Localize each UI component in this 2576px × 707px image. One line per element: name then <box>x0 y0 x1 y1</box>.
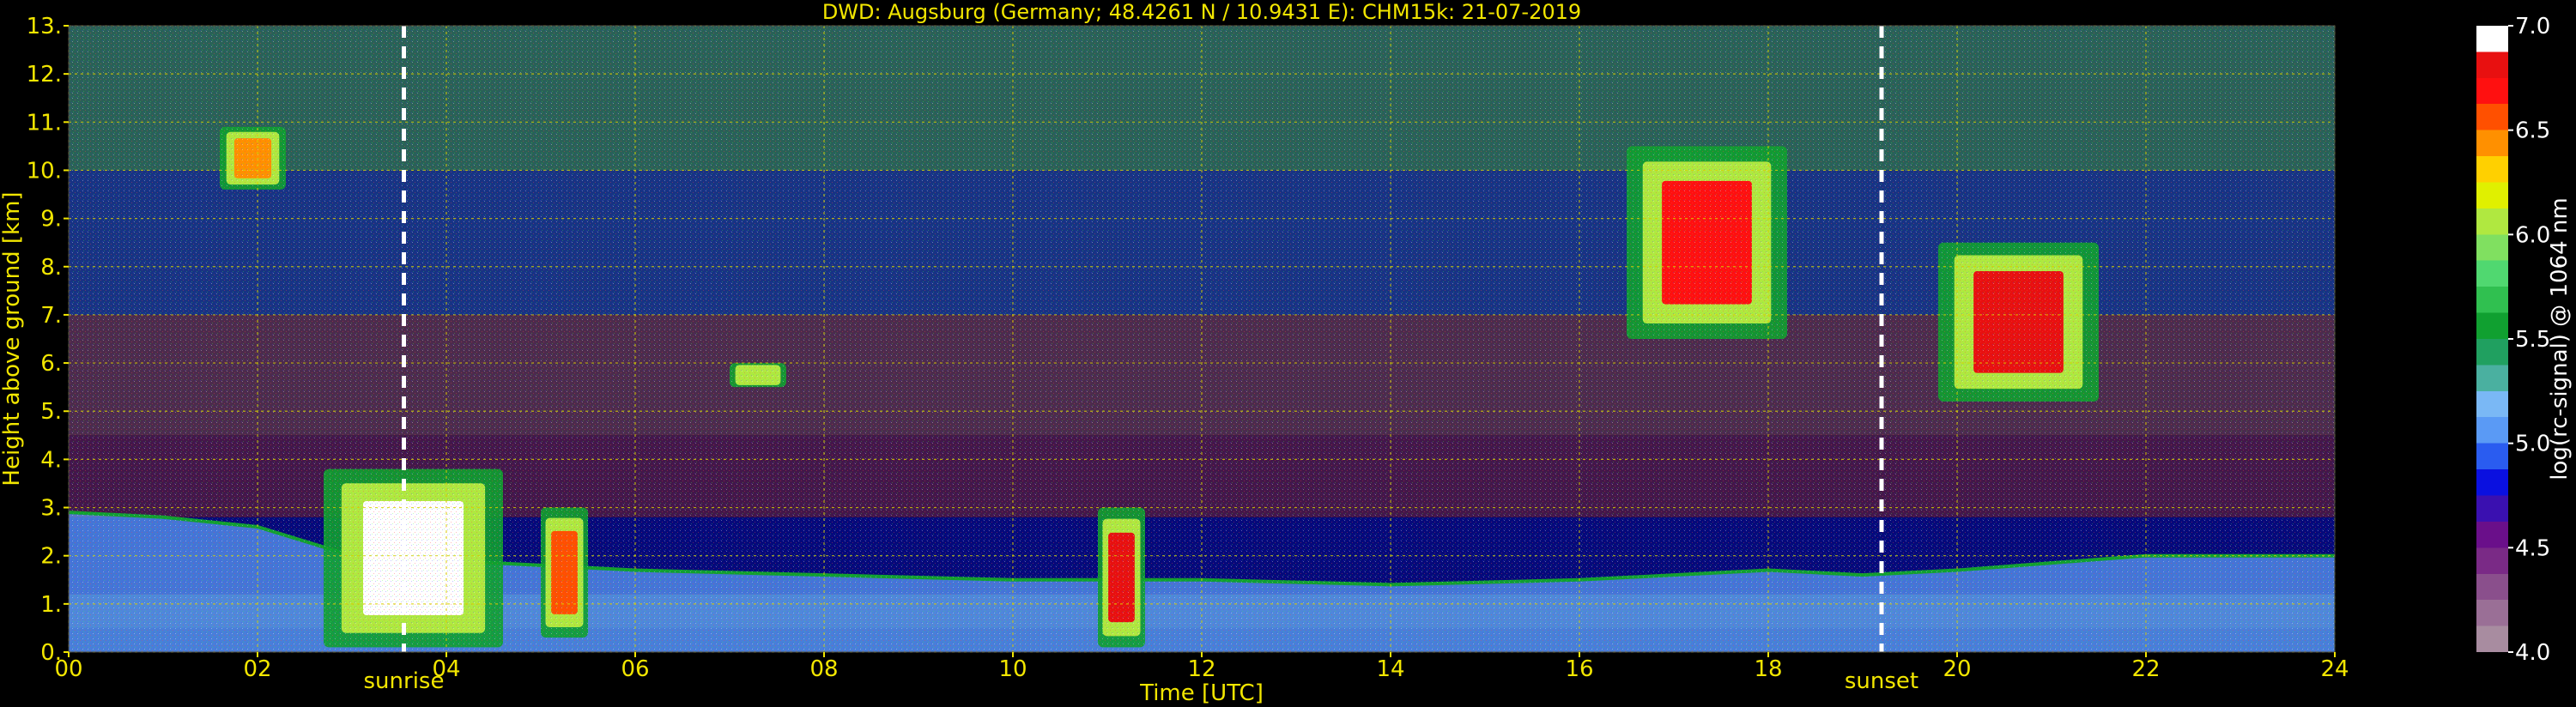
annotation-sunset: sunset <box>1845 668 1918 694</box>
colorbar: 4.0 4.5 5.0 5.5 6.0 6.5 7.0 log(rc-signal) @ 1… <box>2476 14 2573 666</box>
plot-area <box>68 25 2336 653</box>
colorbar-tick-label: 5.5 <box>2515 327 2550 353</box>
y-tick-label: 13. <box>27 14 62 39</box>
x-tick-label: 20 <box>1943 656 1971 682</box>
chart-title: DWD: Augsburg (Germany; 48.4261 N / 10.9… <box>822 0 1581 24</box>
x-tick-label: 12 <box>1187 656 1215 682</box>
y-tick-label: 10. <box>27 158 62 184</box>
x-tick-label: 08 <box>809 656 838 682</box>
colorbar-tick-label: 6.5 <box>2515 118 2550 144</box>
x-axis-label: Time [UTC] <box>1139 680 1264 706</box>
colorbar-tick-label: 5.0 <box>2515 432 2550 457</box>
colorbar-gradient <box>2476 26 2508 652</box>
y-tick-label: 3. <box>40 496 62 522</box>
colorbar-tick-label: 4.0 <box>2515 640 2550 666</box>
y-tick-label: 1. <box>40 592 62 618</box>
y-tick-label: 2. <box>40 544 62 570</box>
y-tick-label: 7. <box>40 303 62 329</box>
x-tick-label: 24 <box>2320 656 2349 682</box>
x-tick-label: 16 <box>1565 656 1593 682</box>
x-tick-label: 06 <box>621 656 649 682</box>
y-tick-label: 0. <box>40 640 62 666</box>
x-tick-label: 18 <box>1754 656 1782 682</box>
x-tick-label: 10 <box>998 656 1027 682</box>
x-tick-label: 02 <box>243 656 271 682</box>
y-tick-label: 5. <box>40 399 62 425</box>
y-axis-label: Height above ground [km] <box>0 191 25 486</box>
y-tick-label: 9. <box>40 207 62 233</box>
colorbar-tick-label: 7.0 <box>2515 14 2550 39</box>
colorbar-tick-label: 4.5 <box>2515 535 2550 561</box>
y-axis-ticks: 0. 1. 2. 3. 4. 5. 6. 7. 8. 9. 10. 11. 12. 13. <box>27 14 69 666</box>
colorbar-label: log(rc-signal) @ 1064 nm <box>2547 197 2573 480</box>
x-tick-label: 22 <box>2131 656 2160 682</box>
colorbar-ticks: 4.0 4.5 5.0 5.5 6.0 6.5 7.0 <box>2508 14 2550 666</box>
y-tick-label: 12. <box>27 62 62 88</box>
x-tick-label: 14 <box>1376 656 1404 682</box>
annotation-sunrise: sunrise <box>364 668 445 694</box>
y-tick-label: 6. <box>40 351 62 377</box>
ceilometer-chart: DWD: Augsburg (Germany; 48.4261 N / 10.9… <box>0 0 2573 706</box>
y-tick-label: 11. <box>27 110 62 136</box>
y-tick-label: 8. <box>40 255 62 281</box>
colorbar-tick-label: 6.0 <box>2515 222 2550 248</box>
y-tick-label: 4. <box>40 447 62 473</box>
